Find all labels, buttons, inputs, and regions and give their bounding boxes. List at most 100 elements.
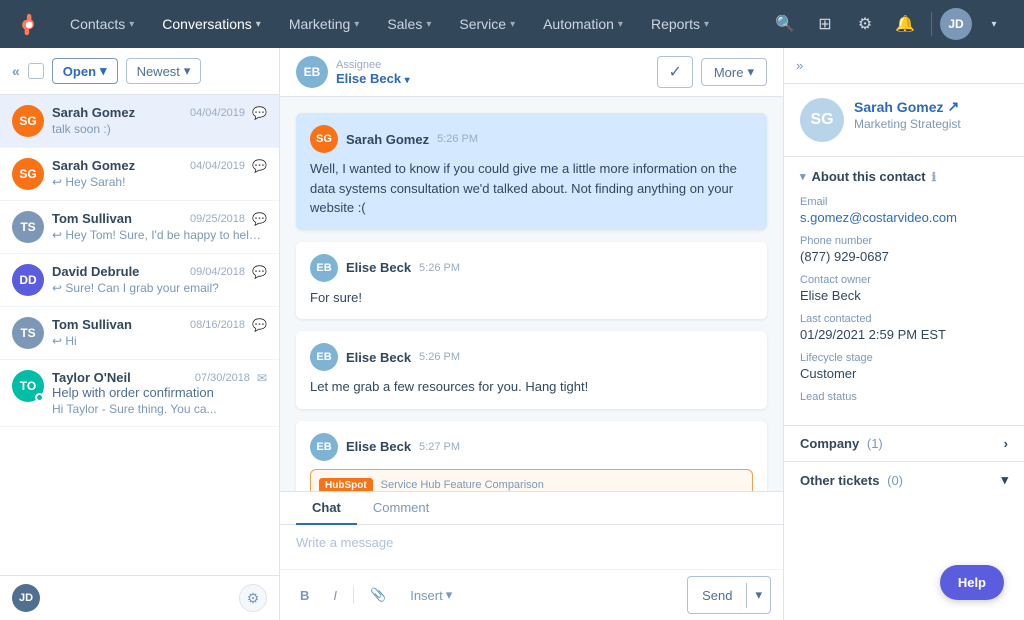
nav-service[interactable]: Service ▾	[445, 0, 529, 48]
message-avatar: EB	[310, 343, 338, 371]
tab-comment[interactable]: Comment	[357, 492, 445, 525]
conversation-date: 09/04/2018	[190, 266, 245, 278]
conversation-name: Taylor O'Neil	[52, 370, 131, 385]
conversation-preview: Hey Tom! Sure, I'd be happy to help you …	[52, 228, 267, 242]
apps-button[interactable]: ⊞	[807, 6, 843, 42]
conversation-preview: Sure! Can I grab your email?	[52, 281, 267, 295]
settings-gear-button[interactable]: ⚙	[239, 584, 267, 612]
message-bubble: EBElise Beck5:26 PMLet me grab a few res…	[296, 331, 767, 409]
message-avatar: EB	[310, 433, 338, 461]
italic-button[interactable]: I	[325, 584, 345, 607]
field-value: Elise Beck	[800, 288, 1008, 303]
conversations-sidebar: « Open ▾ Newest ▾ SGSarah Gomez04/04/201…	[0, 48, 280, 620]
contact-sidebar: » SG Sarah Gomez ↗ Marketing Strategist …	[784, 48, 1024, 620]
user-avatar[interactable]: JD	[940, 8, 972, 40]
contact-field: Last contacted01/29/2021 2:59 PM EST	[800, 313, 1008, 342]
nav-reports[interactable]: Reports ▾	[637, 0, 723, 48]
message-input[interactable]: Write a message	[280, 525, 783, 569]
field-label: Phone number	[800, 235, 1008, 247]
chevron-down-icon: ▾	[446, 587, 453, 603]
contact-name-link[interactable]: Sarah Gomez ↗	[854, 98, 961, 115]
conversation-preview: talk soon :)	[52, 122, 267, 136]
sidebar-header: « Open ▾ Newest ▾	[0, 48, 279, 95]
settings-button[interactable]: ⚙	[847, 6, 883, 42]
message-author: Elise Beck	[346, 260, 411, 275]
conversation-item[interactable]: TSTom Sullivan09/25/2018💬Hey Tom! Sure, …	[0, 201, 279, 254]
contact-card: SG Sarah Gomez ↗ Marketing Strategist	[784, 84, 1024, 157]
about-section: ▾ About this contact ℹ Emails.gomez@cost…	[784, 157, 1024, 425]
conversation-item[interactable]: TSTom Sullivan08/16/2018💬Hi	[0, 307, 279, 360]
nav-automation[interactable]: Automation ▾	[529, 0, 637, 48]
chevron-left-icon[interactable]: »	[796, 58, 803, 73]
nav-sales[interactable]: Sales ▾	[373, 0, 445, 48]
open-filter-button[interactable]: Open ▾	[52, 58, 118, 84]
other-tickets-section-button[interactable]: Other tickets (0) ▾	[784, 461, 1024, 498]
help-button[interactable]: Help	[940, 565, 1004, 600]
notifications-button[interactable]: 🔔	[887, 6, 923, 42]
field-value: 01/29/2021 2:59 PM EST	[800, 327, 1008, 342]
message-bubble: SGSarah Gomez5:26 PMWell, I wanted to kn…	[296, 113, 767, 230]
nav-right-actions: 🔍 ⊞ ⚙ 🔔 JD ▾	[767, 6, 1012, 42]
chat-header-actions: ✓ More ▾	[657, 56, 767, 88]
field-value: (877) 929-0687	[800, 249, 1008, 264]
message-avatar: EB	[310, 254, 338, 282]
chat-tabs: Chat Comment	[280, 492, 783, 525]
newest-sort-button[interactable]: Newest ▾	[126, 58, 202, 84]
conversation-list: SGSarah Gomez04/04/2019💬talk soon :)SGSa…	[0, 95, 279, 575]
info-icon: ℹ	[932, 170, 937, 184]
bold-button[interactable]: B	[292, 584, 317, 607]
message-author: Elise Beck	[346, 439, 411, 454]
sidebar-footer: JD ⚙	[0, 575, 279, 620]
conversation-avatar: TS	[12, 211, 44, 243]
chevron-down-icon: ▾	[618, 19, 623, 30]
chevron-down-icon: ▾	[510, 19, 515, 30]
conversation-date: 07/30/2018	[195, 372, 250, 384]
conversation-item[interactable]: TOTaylor O'Neil07/30/2018✉Help with orde…	[0, 360, 279, 427]
chevron-down-icon: ▾	[256, 19, 261, 30]
message-time: 5:27 PM	[419, 441, 460, 453]
conversation-name: Sarah Gomez	[52, 105, 135, 120]
company-section-button[interactable]: Company (1) ›	[784, 425, 1024, 461]
conversation-date: 08/16/2018	[190, 319, 245, 331]
top-navigation: Contacts ▾ Conversations ▾ Marketing ▾ S…	[0, 0, 1024, 48]
main-layout: « Open ▾ Newest ▾ SGSarah Gomez04/04/201…	[0, 48, 1024, 620]
conversation-item[interactable]: SGSarah Gomez04/04/2019💬Hey Sarah!	[0, 148, 279, 201]
account-chevron[interactable]: ▾	[976, 6, 1012, 42]
hubspot-feature-card: HubSpot Service Hub Feature Comparison S…	[310, 469, 753, 492]
chat-icon: 💬	[252, 159, 267, 173]
chevron-right-icon: ›	[1004, 436, 1008, 451]
nav-conversations[interactable]: Conversations ▾	[148, 0, 275, 48]
field-label: Contact owner	[800, 274, 1008, 286]
conversation-date: 04/04/2019	[190, 160, 245, 172]
message-time: 5:26 PM	[419, 262, 460, 274]
assignee-name-link[interactable]: Elise Beck ▾	[336, 71, 410, 86]
field-value[interactable]: s.gomez@costarvideo.com	[800, 210, 1008, 225]
attach-button[interactable]: 📎	[362, 583, 394, 607]
search-button[interactable]: 🔍	[767, 6, 803, 42]
conversation-item[interactable]: SGSarah Gomez04/04/2019💬talk soon :)	[0, 95, 279, 148]
about-header[interactable]: ▾ About this contact ℹ	[800, 169, 1008, 184]
current-user-avatar: JD	[12, 584, 40, 612]
message-list: SGSarah Gomez5:26 PMWell, I wanted to kn…	[280, 97, 783, 491]
tab-chat[interactable]: Chat	[296, 492, 357, 525]
chevron-down-icon: ▾	[100, 63, 107, 79]
select-all-checkbox[interactable]	[28, 63, 44, 79]
external-link-icon: ↗	[947, 98, 959, 115]
assignee-section: EB Assignee Elise Beck ▾	[296, 56, 410, 88]
hubspot-logo[interactable]	[12, 8, 44, 40]
resolve-button[interactable]: ✓	[657, 56, 692, 88]
conversation-name: Tom Sullivan	[52, 317, 132, 332]
chevron-down-icon: ▾	[704, 19, 709, 30]
insert-button[interactable]: Insert ▾	[402, 583, 460, 607]
more-actions-button[interactable]: More ▾	[701, 58, 767, 86]
send-button[interactable]: Send ▾	[687, 576, 771, 614]
chat-icon: 💬	[252, 106, 267, 120]
collapse-icon[interactable]: «	[12, 63, 20, 79]
nav-contacts[interactable]: Contacts ▾	[56, 0, 148, 48]
chevron-down-icon: ▾	[747, 64, 754, 80]
nav-marketing[interactable]: Marketing ▾	[275, 0, 374, 48]
conversation-item[interactable]: DDDavid Debrule09/04/2018💬Sure! Can I gr…	[0, 254, 279, 307]
message-text: Well, I wanted to know if you could give…	[310, 159, 753, 218]
chat-header: EB Assignee Elise Beck ▾ ✓ More ▾	[280, 48, 783, 97]
chevron-down-icon: ▾	[426, 19, 431, 30]
